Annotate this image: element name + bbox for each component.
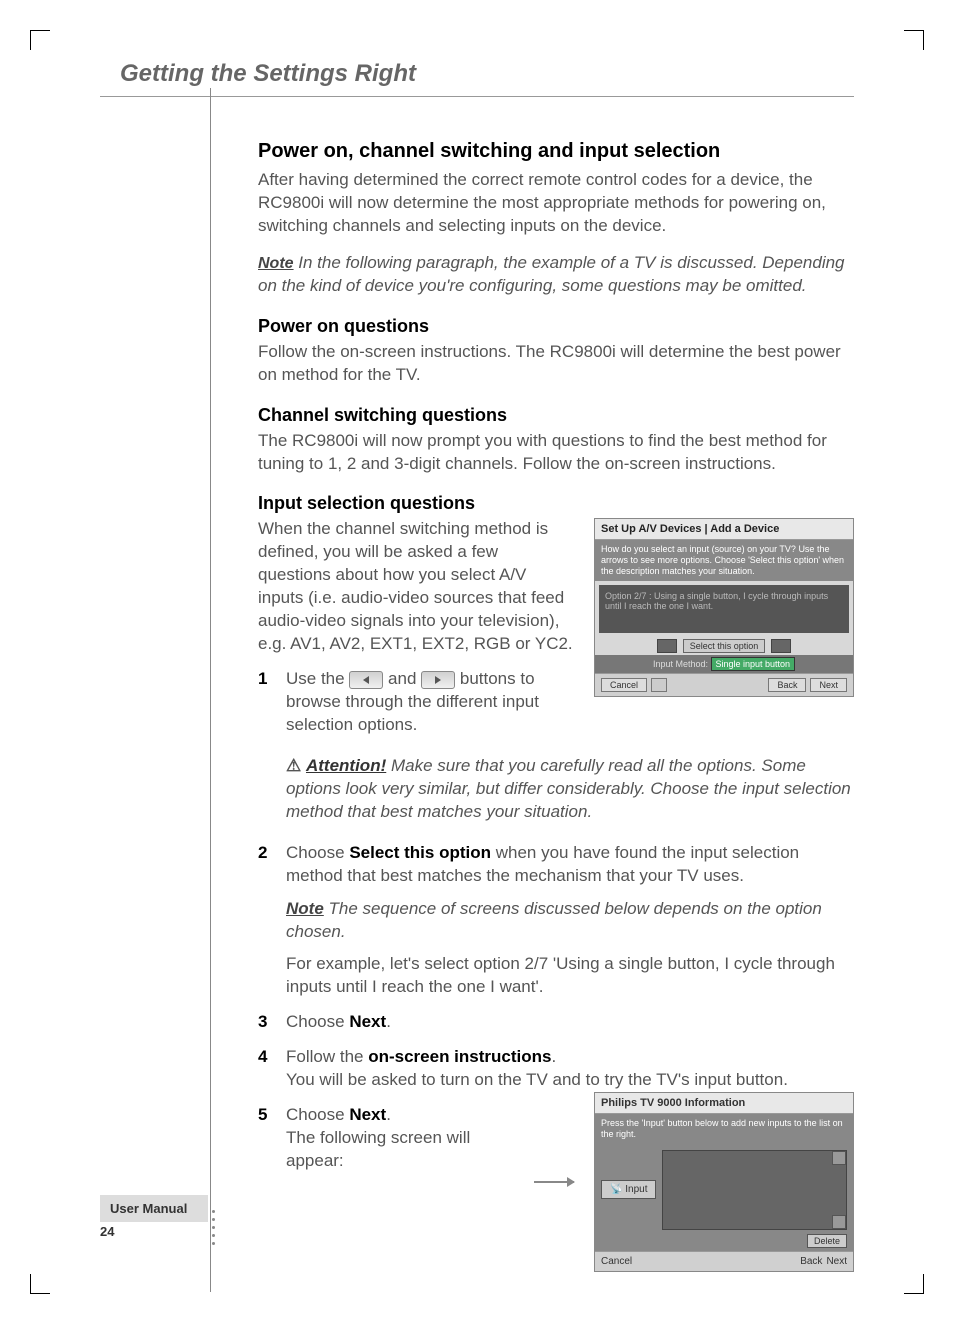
note-block-1: Note In the following paragraph, the exa… (258, 252, 854, 298)
help-button[interactable] (651, 678, 667, 692)
step2-example: For example, let's select option 2/7 'Us… (286, 953, 854, 999)
step1-text-a: Use the (286, 669, 349, 688)
footer-label: User Manual (100, 1195, 208, 1222)
step3-text-b: . (386, 1012, 391, 1031)
footer-dots (212, 1210, 215, 1245)
step4-text-a: Follow the (286, 1047, 368, 1066)
scroll-down-button[interactable] (832, 1215, 846, 1229)
input-body: When the channel switching method is def… (258, 518, 574, 656)
screenshot-option-panel: Option 2/7 : Using a single button, I cy… (599, 585, 849, 633)
step-5: 5 Choose Next. The following screen will… (258, 1104, 514, 1173)
select-this-option-button[interactable]: Select this option (683, 639, 766, 653)
next-button[interactable]: Next (810, 678, 847, 692)
right-arrow-button-icon (421, 671, 455, 689)
step5-text-b: . (386, 1105, 391, 1124)
step2-bold: Select this option (349, 843, 491, 862)
prev-option-button[interactable] (657, 639, 677, 653)
input-heading: Input selection questions (258, 493, 854, 514)
screenshot-input-selection: Set Up A/V Devices | Add a Device How do… (594, 518, 854, 696)
step-2: 2 Choose Select this option when you hav… (258, 842, 854, 1000)
delete-button[interactable]: Delete (807, 1234, 847, 1248)
step4-text-b: . (551, 1047, 556, 1066)
step3-text-a: Choose (286, 1012, 349, 1031)
step-number: 5 (258, 1104, 274, 1173)
step-3: 3 Choose Next. (258, 1011, 854, 1034)
back-button[interactable]: Back (800, 1256, 822, 1267)
step5-body: The following screen will appear: (286, 1127, 514, 1173)
poweron-heading: Power on questions (258, 316, 854, 337)
cancel-button[interactable]: Cancel (601, 678, 647, 692)
vertical-rule (210, 88, 211, 1292)
step5-text-a: Choose (286, 1105, 349, 1124)
back-button[interactable]: Back (768, 678, 806, 692)
screenshot-instructions: How do you select an input (source) on y… (595, 540, 853, 580)
method-value: Single input button (711, 657, 796, 671)
poweron-body: Follow the on-screen instructions. The R… (258, 341, 854, 387)
step2-text-a: Choose (286, 843, 349, 862)
step-number: 2 (258, 842, 274, 1000)
note-label: Note (258, 255, 294, 272)
main-intro: After having determined the correct remo… (258, 169, 854, 238)
step1-text-b: and (388, 669, 421, 688)
screenshot2-instructions: Press the 'Input' button below to add ne… (595, 1114, 853, 1144)
arrow-right-icon (534, 1181, 574, 1183)
channel-heading: Channel switching questions (258, 405, 854, 426)
screenshot-input-list: Philips TV 9000 Information Press the 'I… (594, 1092, 854, 1272)
step-4: 4 Follow the on-screen instructions. You… (258, 1046, 854, 1092)
page-number: 24 (100, 1224, 114, 1239)
warning-icon: ⚠ (286, 756, 301, 775)
step3-bold: Next (349, 1012, 386, 1031)
left-arrow-button-icon (349, 671, 383, 689)
step-number: 3 (258, 1011, 274, 1034)
attention-label: Attention! (306, 756, 386, 775)
note-text: The sequence of screens discussed below … (286, 899, 822, 941)
step4-body: You will be asked to turn on the TV and … (286, 1069, 854, 1092)
channel-body: The RC9800i will now prompt you with que… (258, 430, 854, 476)
method-label: Input Method: (653, 659, 708, 669)
chapter-title: Getting the Settings Right (100, 60, 854, 88)
step-number: 4 (258, 1046, 274, 1092)
attention-block: ⚠ Attention! Make sure that you carefull… (286, 755, 854, 824)
input-button[interactable]: 📡 Input (601, 1180, 656, 1199)
next-button[interactable]: Next (826, 1256, 847, 1267)
next-option-button[interactable] (771, 639, 791, 653)
step4-bold: on-screen instructions (368, 1047, 551, 1066)
input-listbox[interactable] (662, 1150, 847, 1230)
cancel-button[interactable]: Cancel (601, 1256, 632, 1267)
step5-bold: Next (349, 1105, 386, 1124)
step-number: 1 (258, 668, 274, 737)
screenshot2-title: Philips TV 9000 Information (595, 1093, 853, 1114)
step-1: 1 Use the and buttons to browse through … (258, 668, 574, 737)
screenshot-title: Set Up A/V Devices | Add a Device (595, 519, 853, 540)
note-text: In the following paragraph, the example … (258, 253, 845, 295)
note-label: Note (286, 899, 324, 918)
scroll-up-button[interactable] (832, 1151, 846, 1165)
main-heading: Power on, channel switching and input se… (258, 140, 854, 163)
